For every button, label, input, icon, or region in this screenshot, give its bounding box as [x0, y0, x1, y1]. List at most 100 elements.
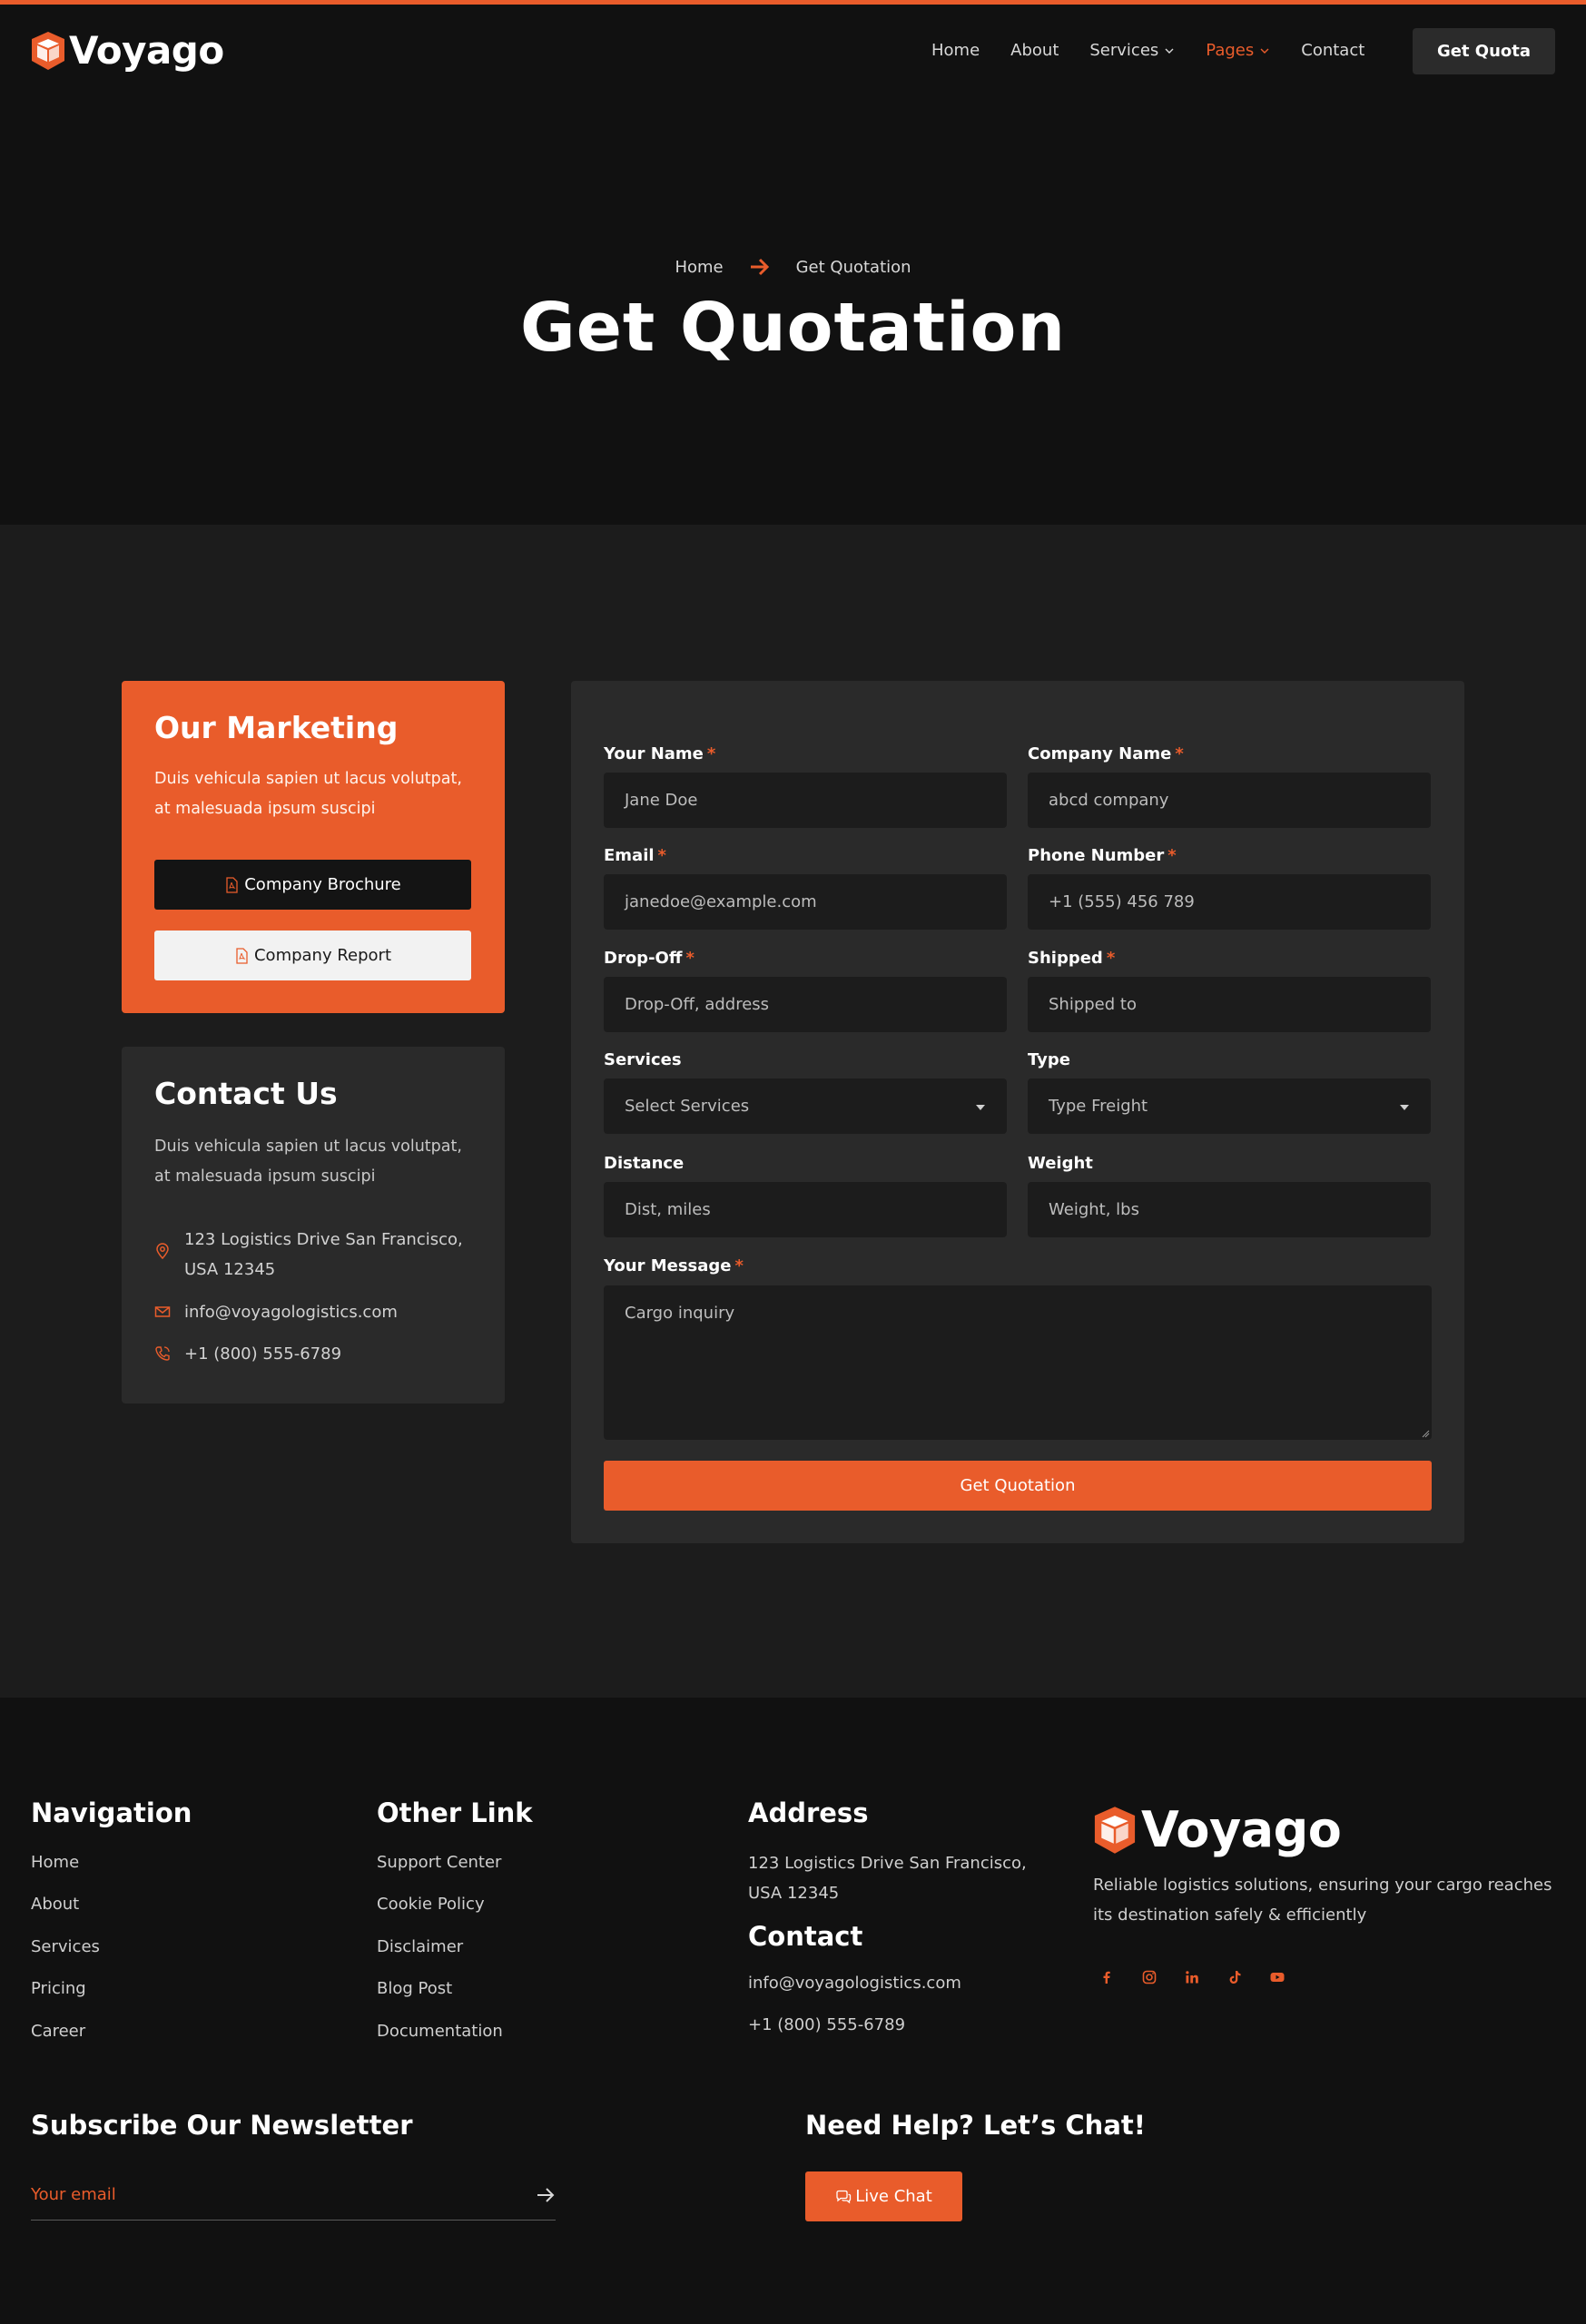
resize-grip-icon[interactable] — [1421, 1429, 1430, 1438]
site-header: Voyago Home About Services Pages Contact… — [0, 5, 1586, 100]
company-name-label-text: Company Name — [1028, 744, 1172, 763]
your-message-label: Your Message * — [604, 1256, 744, 1275]
newsletter-title: Subscribe Our Newsletter — [31, 2110, 413, 2141]
shipped-placeholder: Shipped to — [1049, 995, 1137, 1014]
contact-email[interactable]: info@voyagologistics.com — [154, 1297, 398, 1327]
company-report-button[interactable]: Company Report — [154, 931, 471, 980]
nav-home-label: Home — [931, 41, 980, 60]
phone-number-placeholder: +1 (555) 456 789 — [1049, 892, 1195, 911]
drop-off-label: Drop-Off * — [604, 949, 694, 968]
type-label: Type — [1028, 1050, 1070, 1069]
distance-input[interactable]: Dist, miles — [604, 1182, 1007, 1237]
footer-nav-career[interactable]: Career — [31, 2022, 85, 2041]
drop-off-input[interactable]: Drop-Off, address — [604, 977, 1007, 1032]
weight-input[interactable]: Weight, lbs — [1028, 1182, 1431, 1237]
type-select[interactable]: Type Freight — [1028, 1078, 1431, 1134]
nav-services-label: Services — [1089, 41, 1159, 60]
box-logo-icon — [32, 31, 64, 70]
box-logo-icon — [1094, 1806, 1136, 1854]
shipped-label: Shipped * — [1028, 949, 1115, 968]
live-chat-button[interactable]: Live Chat — [805, 2171, 962, 2221]
linkedin-icon[interactable] — [1184, 1969, 1200, 1985]
arrow-right-icon — [750, 258, 769, 276]
your-name-placeholder: Jane Doe — [625, 791, 698, 810]
your-name-label-text: Your Name — [604, 744, 704, 763]
footer-contact-phone[interactable]: +1 (800) 555-6789 — [748, 2015, 905, 2034]
footer-link-documentation[interactable]: Documentation — [377, 2022, 503, 2041]
get-quota-button[interactable]: Get Quota — [1413, 28, 1555, 74]
youtube-icon[interactable] — [1269, 1969, 1286, 1985]
footer-link-support-center[interactable]: Support Center — [377, 1853, 501, 1872]
phone-number-input[interactable]: +1 (555) 456 789 — [1028, 874, 1431, 930]
distance-label-text: Distance — [604, 1154, 685, 1173]
footer-brand-logo[interactable]: Voyago — [1093, 1801, 1342, 1858]
shipped-input[interactable]: Shipped to — [1028, 977, 1431, 1032]
nav-contact[interactable]: Contact — [1301, 41, 1364, 60]
arrow-right-icon[interactable] — [536, 2186, 556, 2204]
email-label: Email * — [604, 846, 666, 865]
shipped-label-text: Shipped — [1028, 949, 1103, 968]
services-select[interactable]: Select Services — [604, 1078, 1007, 1134]
brand-logo[interactable]: Voyago — [31, 28, 224, 73]
nav-pages-label: Pages — [1206, 41, 1255, 60]
contact-phone-text: +1 (800) 555-6789 — [184, 1344, 342, 1364]
nav-home[interactable]: Home — [931, 41, 980, 60]
caret-down-icon — [1400, 1105, 1409, 1110]
marketing-card: Our Marketing Duis vehicula sapien ut la… — [122, 681, 505, 1013]
footer-contact-email[interactable]: info@voyagologistics.com — [748, 1974, 961, 1993]
required-mark: * — [1167, 846, 1177, 865]
footer-nav-home[interactable]: Home — [31, 1853, 79, 1872]
company-name-input[interactable]: abcd company — [1028, 773, 1431, 828]
services-selected-value: Select Services — [625, 1097, 750, 1116]
breadcrumb-current: Get Quotation — [795, 257, 911, 277]
drop-off-label-text: Drop-Off — [604, 949, 683, 968]
your-message-placeholder: Cargo inquiry — [625, 1304, 735, 1323]
nav-services[interactable]: Services — [1089, 41, 1175, 60]
your-name-label: Your Name * — [604, 744, 715, 763]
company-brochure-label: Company Brochure — [244, 875, 401, 894]
contact-address: 123 Logistics Drive San Francisco, USA 1… — [154, 1225, 481, 1285]
company-name-placeholder: abcd company — [1049, 791, 1169, 810]
facebook-icon[interactable] — [1098, 1969, 1115, 1985]
get-quotation-button[interactable]: Get Quotation — [604, 1461, 1432, 1511]
footer-address-title: Address — [748, 1797, 869, 1828]
nav-about[interactable]: About — [1010, 41, 1059, 60]
site-footer — [0, 1698, 1586, 2324]
newsletter-email-placeholder: Your email — [31, 2185, 116, 2204]
drop-off-placeholder: Drop-Off, address — [625, 995, 770, 1014]
footer-other-link-title: Other Link — [377, 1797, 533, 1828]
email-input[interactable]: janedoe@example.com — [604, 874, 1007, 930]
footer-nav-pricing[interactable]: Pricing — [31, 1979, 86, 1998]
nav-pages[interactable]: Pages — [1206, 41, 1270, 60]
page-title: Get Quotation — [519, 289, 1067, 367]
footer-link-cookie-policy[interactable]: Cookie Policy — [377, 1895, 485, 1914]
contact-phone[interactable]: +1 (800) 555-6789 — [154, 1339, 341, 1369]
weight-placeholder: Weight, lbs — [1049, 1200, 1139, 1219]
caret-down-icon — [976, 1105, 985, 1110]
your-message-textarea[interactable]: Cargo inquiry — [604, 1285, 1432, 1440]
your-name-input[interactable]: Jane Doe — [604, 773, 1007, 828]
footer-link-disclaimer[interactable]: Disclaimer — [377, 1937, 463, 1956]
weight-label-text: Weight — [1028, 1154, 1093, 1173]
company-brochure-button[interactable]: Company Brochure — [154, 860, 471, 910]
your-message-label-text: Your Message — [604, 1256, 732, 1275]
footer-nav-about[interactable]: About — [31, 1895, 79, 1914]
type-selected-value: Type Freight — [1049, 1097, 1148, 1116]
footer-nav-services[interactable]: Services — [31, 1937, 100, 1956]
footer-address-text: 123 Logistics Drive San Francisco, USA 1… — [748, 1854, 1027, 1903]
breadcrumb-home[interactable]: Home — [675, 258, 723, 277]
newsletter-email-input[interactable]: Your email — [31, 2170, 556, 2221]
services-label: Services — [604, 1050, 682, 1069]
phone-number-label: Phone Number * — [1028, 846, 1177, 865]
chat-bubble-icon — [836, 2190, 852, 2203]
footer-link-blog-post[interactable]: Blog Post — [377, 1979, 452, 1998]
brand-name: Voyago — [69, 28, 224, 73]
nav-contact-label: Contact — [1301, 41, 1365, 60]
footer-brand-name: Voyago — [1141, 1801, 1342, 1858]
instagram-icon[interactable] — [1141, 1969, 1157, 1985]
required-mark: * — [706, 744, 716, 763]
required-mark: * — [657, 846, 666, 865]
chat-title: Need Help? Let’s Chat! — [805, 2110, 1146, 2141]
tiktok-icon[interactable] — [1226, 1969, 1243, 1985]
phone-number-label-text: Phone Number — [1028, 846, 1165, 865]
